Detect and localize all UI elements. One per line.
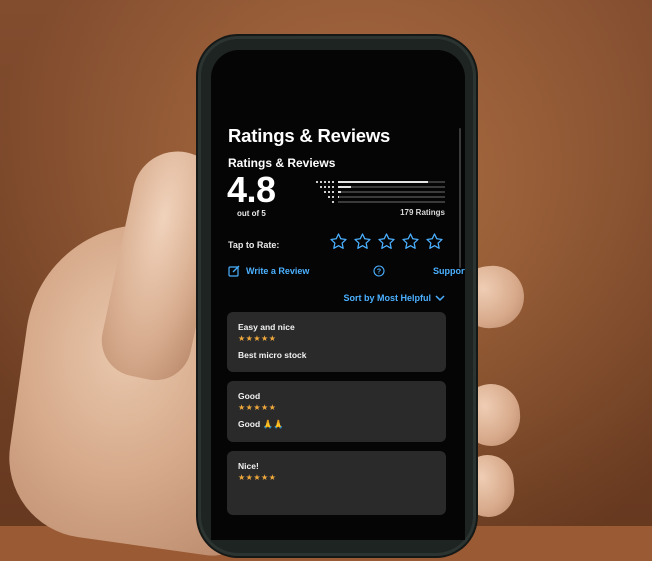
support-button[interactable]: ? Support [373, 265, 465, 277]
out-of-label: out of 5 [237, 209, 266, 218]
question-circle-icon: ? [373, 265, 385, 277]
star-dot [320, 180, 322, 183]
histogram-bar-track [338, 200, 445, 203]
review-card[interactable]: Nice! ★★★★★ [227, 451, 446, 515]
review-stars: ★★★★★ [238, 473, 277, 482]
histogram-row [308, 199, 445, 204]
star-dot [332, 180, 334, 183]
histogram-bar-fill [338, 190, 342, 193]
review-stars: ★★★★★ [238, 334, 277, 343]
histogram-star-dots [312, 200, 334, 203]
sort-menu-button[interactable]: Sort by Most Helpful [344, 293, 446, 303]
svg-text:?: ? [377, 269, 381, 276]
star-dot [328, 195, 330, 198]
review-card[interactable]: Easy and nice ★★★★★ Best micro stock [227, 312, 446, 372]
phone-screen: Ratings & Reviews Ratings & Reviews 4.8 … [211, 50, 465, 540]
star-outline-icon[interactable] [377, 232, 396, 251]
write-review-label: Write a Review [246, 266, 310, 276]
star-outline-icon[interactable] [401, 232, 420, 251]
histogram-bar-track [338, 180, 445, 183]
star-dot [332, 185, 334, 188]
chevron-down-icon [435, 295, 445, 302]
star-dot [328, 180, 330, 183]
star-outline-icon[interactable] [425, 232, 444, 251]
histogram-bar-fill [338, 195, 340, 198]
review-body: Good 🙏🙏 [238, 419, 284, 429]
star-dot [324, 180, 326, 183]
star-dot [332, 190, 334, 193]
star-dot [328, 190, 330, 193]
star-outline-icon[interactable] [329, 232, 348, 251]
support-label: Support [433, 266, 465, 276]
sort-label: Sort by Most Helpful [343, 293, 432, 303]
compose-icon [228, 265, 240, 277]
page-title: Ratings & Reviews [228, 125, 391, 146]
star-dot [324, 190, 326, 193]
tap-to-rate-stars[interactable] [329, 232, 444, 251]
scroll-indicator[interactable] [459, 128, 461, 268]
review-title: Nice! [238, 461, 259, 471]
histogram-bar-fill [338, 185, 351, 188]
histogram-bar-track [338, 195, 445, 198]
review-stars: ★★★★★ [238, 403, 277, 412]
histogram-star-dots [312, 185, 334, 188]
star-dot [324, 185, 326, 188]
star-dot [332, 195, 334, 198]
ratings-count: 179 Ratings [400, 208, 445, 217]
average-rating: 4.8 [227, 169, 276, 210]
star-dot [320, 185, 322, 188]
review-title: Good [238, 391, 261, 401]
review-body: Best micro stock [238, 350, 307, 360]
histogram-star-dots [312, 195, 334, 198]
histogram-bar-track [338, 190, 445, 193]
write-review-button[interactable]: Write a Review [228, 265, 309, 277]
review-title: Easy and nice [238, 322, 295, 332]
rating-histogram [308, 179, 445, 205]
star-dot [328, 185, 330, 188]
tap-to-rate-label: Tap to Rate: [228, 240, 280, 250]
histogram-bar-fill [338, 180, 428, 183]
star-dot [332, 200, 334, 203]
review-card[interactable]: Good ★★★★★ Good 🙏🙏 [227, 381, 446, 442]
histogram-star-dots [312, 180, 334, 183]
histogram-star-dots [312, 190, 334, 193]
section-title: Ratings & Reviews [228, 156, 336, 170]
star-outline-icon[interactable] [353, 232, 372, 251]
star-dot [316, 180, 318, 183]
histogram-bar-track [338, 185, 445, 188]
